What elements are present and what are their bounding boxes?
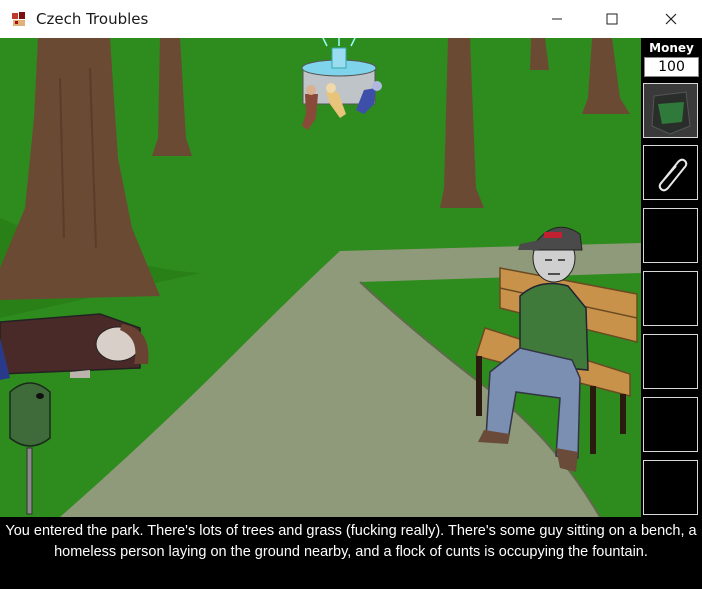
close-icon <box>665 13 677 25</box>
narration-text: You entered the park. There's lots of tr… <box>5 523 697 560</box>
close-button[interactable] <box>642 0 700 38</box>
maximize-button[interactable] <box>583 0 641 38</box>
money-value: 100 <box>644 57 699 77</box>
dark-jacket-icon <box>644 84 697 137</box>
park-scene[interactable] <box>0 38 641 517</box>
inventory-slot-jacket[interactable] <box>643 83 698 138</box>
inventory-slot-empty[interactable] <box>643 334 698 389</box>
inventory-sidebar: Money 100 <box>641 38 702 517</box>
inventory-slot-empty[interactable] <box>643 271 698 326</box>
inventory-slot-empty[interactable] <box>643 397 698 452</box>
maximize-icon <box>606 13 618 25</box>
inventory-slot-empty[interactable] <box>643 460 698 515</box>
window-title: Czech Troubles <box>36 10 149 28</box>
paperclip-icon <box>658 158 688 192</box>
inventory-slot-paperclip[interactable] <box>643 145 698 200</box>
minimize-icon <box>552 18 562 20</box>
game-app-icon <box>10 10 28 28</box>
narration-box: You entered the park. There's lots of tr… <box>0 517 702 589</box>
inventory-slot-empty[interactable] <box>643 208 698 263</box>
money-label: Money <box>649 41 694 55</box>
title-bar: Czech Troubles <box>0 0 702 38</box>
minimize-button[interactable] <box>528 0 586 38</box>
